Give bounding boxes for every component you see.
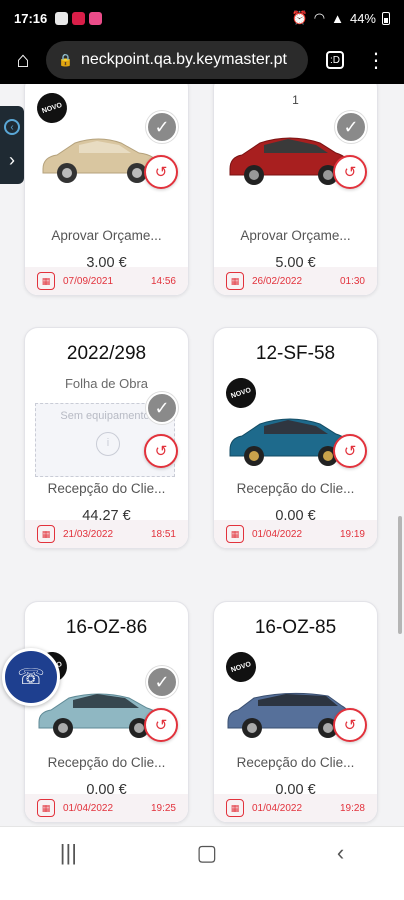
card-date-bar: ▦ 01/04/2022 19:28 — [214, 794, 377, 822]
work-order-card[interactable]: 12-SF-58 NOVO ↺ Recepção do Clie... 0,00… — [213, 327, 378, 549]
card-date: 07/09/2021 — [63, 275, 114, 287]
card-date-bar: ▦ 21/03/2022 18:51 — [25, 520, 188, 548]
card-plate: 2022/298 — [66, 343, 147, 364]
card-date: 21/03/2022 — [63, 528, 114, 540]
card-time: 01:30 — [339, 275, 365, 287]
recent-apps-icon[interactable]: ||| — [60, 840, 77, 866]
card-date-bar: ▦ 07/09/2021 14:56 — [25, 267, 188, 295]
card-time: 19:28 — [339, 802, 365, 814]
card-time: 18:51 — [150, 528, 176, 540]
card-status: Recepção do Clie... — [236, 481, 355, 496]
url-text: neckpoint.qa.by.keymaster.pt — [80, 51, 287, 68]
history-alert-icon[interactable]: ↺ — [333, 434, 367, 468]
signal-icon: ▲ — [331, 10, 344, 26]
card-status: Recepção do Clie... — [47, 755, 166, 770]
browser-toolbar: ⌂ 🔒 neckpoint.qa.by.keymaster.pt :D ⋮ — [0, 36, 404, 84]
info-icon: i — [96, 432, 120, 456]
notification-app-icon — [72, 11, 86, 25]
card-number: 1 — [292, 93, 299, 107]
check-icon[interactable]: ✓ — [146, 666, 178, 698]
url-bar[interactable]: 🔒 neckpoint.qa.by.keymaster.pt — [46, 41, 308, 79]
scrollbar[interactable] — [398, 516, 402, 634]
calendar-clock-icon: ▦ — [37, 272, 55, 290]
history-alert-icon[interactable]: ↺ — [144, 155, 178, 189]
work-order-card[interactable]: 1 ✓ ↺ Aprovar Orçame... 5,00 € ▦ 26/02/2… — [213, 84, 378, 296]
notification-app-icon — [89, 11, 103, 25]
history-alert-icon[interactable]: ↺ — [144, 434, 178, 468]
card-status: Recepção do Clie... — [236, 755, 355, 770]
history-alert-icon[interactable]: ↺ — [333, 708, 367, 742]
card-date: 26/02/2022 — [252, 275, 303, 287]
card-time: 19:19 — [339, 528, 365, 540]
calendar-clock-icon: ▦ — [226, 799, 244, 817]
support-chat-button[interactable]: ☏ — [2, 648, 60, 706]
system-nav-bar: ||| ▢ ‹ — [0, 826, 404, 900]
lock-icon: 🔒 — [58, 53, 73, 67]
calendar-clock-icon: ▦ — [226, 272, 244, 290]
work-order-card[interactable]: 2022/298 Folha de Obra Sem equipamento i… — [24, 327, 189, 549]
card-plate: 16-OZ-86 — [65, 617, 148, 638]
check-icon[interactable]: ✓ — [146, 111, 178, 143]
history-alert-icon[interactable]: ↺ — [144, 708, 178, 742]
back-icon[interactable]: ‹ — [337, 840, 344, 866]
battery-icon — [382, 11, 390, 25]
screen: 17:16 ⏰ ◠ ▲ 44% ⌂ 🔒 neckpoint.qa.by.keym… — [0, 0, 404, 900]
status-indicators: ⏰ ◠ ▲ 44% — [292, 10, 390, 26]
calendar-clock-icon: ▦ — [37, 525, 55, 543]
wifi-icon: ◠ — [313, 10, 326, 25]
card-status: Recepção do Clie... — [47, 481, 166, 496]
calendar-clock-icon: ▦ — [226, 525, 244, 543]
chevron-right-icon[interactable]: › — [9, 150, 15, 171]
tab-switcher-button[interactable]: :D — [326, 51, 344, 69]
headset-icon: ☏ — [17, 664, 45, 689]
clock: 17:16 — [14, 10, 48, 26]
card-status: Aprovar Orçame... — [240, 228, 351, 243]
more-menu-icon[interactable]: ⋮ — [366, 48, 386, 73]
card-subtype: Folha de Obra — [64, 376, 149, 391]
card-date-bar: ▦ 01/04/2022 19:25 — [25, 794, 188, 822]
battery-percent: 44% — [349, 10, 376, 26]
check-icon[interactable]: ✓ — [335, 111, 367, 143]
status-bar: 17:16 ⏰ ◠ ▲ 44% — [0, 0, 404, 36]
notification-app-icon — [55, 11, 69, 25]
card-date-bar: ▦ 26/02/2022 01:30 — [214, 267, 377, 295]
work-order-card[interactable]: NOVO ✓ ↺ Aprovar Orçame... 3,00 € ▦ 07/0… — [24, 84, 189, 296]
calendar-clock-icon: ▦ — [37, 799, 55, 817]
card-time: 19:25 — [150, 802, 176, 814]
card-time: 14:56 — [150, 275, 176, 287]
card-date-bar: ▦ 01/04/2022 19:19 — [214, 520, 377, 548]
card-plate: 12-SF-58 — [255, 343, 336, 364]
history-alert-icon[interactable]: ↺ — [333, 155, 367, 189]
card-date: 01/04/2022 — [252, 802, 303, 814]
alarm-icon: ⏰ — [291, 10, 308, 25]
back-circle-icon[interactable]: ‹ — [4, 119, 20, 136]
home-icon[interactable]: ⌂ — [10, 47, 36, 73]
check-icon[interactable]: ✓ — [146, 392, 178, 424]
home-button-icon[interactable]: ▢ — [197, 840, 218, 866]
card-date: 01/04/2022 — [63, 802, 114, 814]
side-panel-toggle[interactable]: ‹ › — [0, 106, 24, 184]
card-date: 01/04/2022 — [252, 528, 303, 540]
card-plate: 16-OZ-85 — [254, 617, 337, 638]
work-orders-grid: ‹ › NOVO ✓ ↺ Aprovar Orçame... 3,00 € ▦ … — [0, 84, 404, 826]
car-image — [229, 418, 351, 466]
card-status: Aprovar Orçame... — [51, 228, 162, 243]
work-order-card[interactable]: 16-OZ-86 NOVO ✓ ↺ Recepção do Clie... 0,… — [24, 601, 189, 823]
work-order-card[interactable]: 16-OZ-85 NOVO ↺ Recepção do Clie... 0,00… — [213, 601, 378, 823]
